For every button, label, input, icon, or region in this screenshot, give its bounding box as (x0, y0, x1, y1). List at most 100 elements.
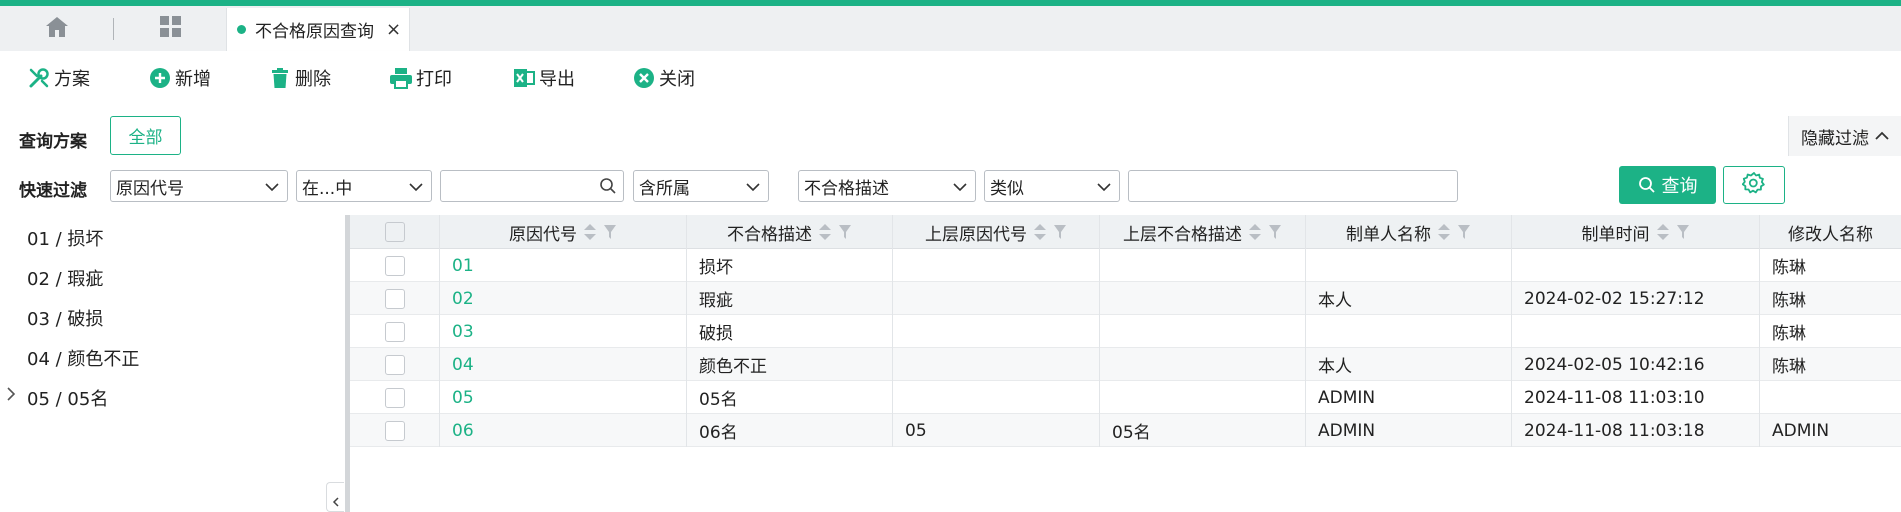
col-header[interactable]: 制单人名称 (1306, 215, 1512, 249)
sort-icon[interactable] (583, 223, 597, 241)
cell-created-time: 2024-02-02 15:27:12 (1512, 282, 1760, 315)
tree-item[interactable]: 05 / 05名 (27, 385, 108, 411)
value1-input[interactable] (440, 170, 624, 202)
toolbar: 方案 新增 删除 打印 导出 关闭 (0, 51, 1901, 103)
query-button[interactable]: 查询 (1619, 166, 1716, 204)
chevron-down-icon (746, 179, 760, 199)
scheme-button[interactable]: 方案 (27, 64, 90, 92)
cell-code[interactable]: 05 (440, 381, 687, 414)
print-button[interactable]: 打印 (389, 64, 452, 92)
chevron-down-icon (265, 179, 279, 199)
filter-icon[interactable] (603, 224, 617, 240)
cell-code[interactable]: 06 (440, 414, 687, 447)
table-row[interactable]: 05 05名 ADMIN 2024-11-08 11:03:10 (350, 381, 1901, 414)
chevron-up-icon (1875, 126, 1889, 146)
cell-modifier: ADMIN (1772, 420, 1830, 441)
delete-button[interactable]: 删除 (268, 64, 331, 92)
search-icon[interactable] (599, 177, 617, 200)
row-checkbox[interactable] (384, 288, 405, 309)
grid-apps-icon (159, 15, 183, 44)
tree-item[interactable]: 02 / 瑕疵 (27, 265, 103, 291)
cell-code[interactable]: 03 (440, 315, 687, 348)
cell-parent-desc (1100, 282, 1306, 315)
col-header[interactable]: 不合格描述 (687, 215, 893, 249)
apps-tab[interactable] (134, 12, 208, 46)
cell-code[interactable]: 01 (440, 249, 687, 282)
cell-desc: 06名 (687, 414, 893, 447)
query-label: 查询 (1661, 176, 1698, 197)
collapse-panel-handle[interactable] (326, 482, 344, 512)
tab-nonconformity-reason-query[interactable]: 不合格原因查询 × (226, 8, 410, 51)
tree-item[interactable]: 04 / 颜色不正 (27, 345, 139, 371)
chevron-right-icon[interactable] (6, 386, 16, 406)
chevron-down-icon (1097, 179, 1111, 199)
close-button[interactable]: 关闭 (632, 64, 695, 92)
sort-icon[interactable] (1033, 223, 1047, 241)
table-row[interactable]: 04 颜色不正 本人 2024-02-05 10:42:16 陈琳 (350, 348, 1901, 381)
row-checkbox[interactable] (384, 255, 405, 276)
field1-value: 原因代号 (116, 178, 184, 199)
filter-icon[interactable] (1053, 224, 1067, 240)
tree-item[interactable]: 01 / 损坏 (27, 225, 103, 251)
export-label: 导出 (539, 69, 575, 90)
cell-parent-code (893, 381, 1100, 414)
export-button[interactable]: 导出 (512, 64, 575, 92)
quick-filter-label: 快速过滤 (19, 181, 87, 201)
cell-creator (1306, 249, 1512, 282)
tab-separator (113, 18, 114, 40)
chevron-down-icon (953, 179, 967, 199)
col-header[interactable]: 原因代号 (440, 215, 687, 249)
cell-creator (1306, 315, 1512, 348)
add-button[interactable]: 新增 (148, 64, 211, 92)
scope-select[interactable]: 含所属 (633, 170, 769, 202)
select-all-checkbox[interactable] (384, 222, 405, 242)
col-header[interactable]: 上层不合格描述 (1100, 215, 1306, 249)
table-row[interactable]: 01 损坏 陈琳 (350, 249, 1901, 282)
tab-title: 不合格原因查询 (255, 22, 374, 42)
sort-icon[interactable] (1656, 223, 1670, 241)
cell-parent-desc (1100, 315, 1306, 348)
hide-filter-button[interactable]: 隐藏过滤 (1788, 116, 1901, 156)
filter-icon[interactable] (1676, 224, 1690, 240)
table-row[interactable]: 02 瑕疵 本人 2024-02-02 15:27:12 陈琳 (350, 282, 1901, 315)
op1-select[interactable]: 在...中 (296, 170, 432, 202)
gear-icon (1741, 171, 1766, 200)
cell-code[interactable]: 04 (440, 348, 687, 381)
op2-select[interactable]: 类似 (984, 170, 1120, 202)
field2-value: 不合格描述 (804, 178, 889, 199)
filter-icon[interactable] (1457, 224, 1471, 240)
hide-filter-label: 隐藏过滤 (1801, 128, 1869, 149)
row-checkbox[interactable] (384, 387, 405, 408)
scope-value: 含所属 (639, 178, 690, 199)
filter-icon[interactable] (838, 224, 852, 240)
row-checkbox[interactable] (384, 420, 405, 441)
table-row[interactable]: 03 破损 陈琳 (350, 315, 1901, 348)
value2-input[interactable] (1128, 170, 1458, 202)
home-tab[interactable] (24, 12, 90, 46)
field2-select[interactable]: 不合格描述 (798, 170, 976, 202)
cell-desc: 损坏 (687, 249, 893, 282)
row-checkbox[interactable] (384, 321, 405, 342)
cell-desc: 破损 (687, 315, 893, 348)
sort-icon[interactable] (818, 223, 832, 241)
row-checkbox[interactable] (384, 354, 405, 375)
col-header[interactable]: 上层原因代号 (893, 215, 1100, 249)
active-dot-icon (237, 25, 246, 34)
cell-parent-code (893, 282, 1100, 315)
category-tree: 01 / 损坏 02 / 瑕疵 03 / 破损 04 / 颜色不正 05 / 0… (0, 215, 345, 512)
col-header[interactable]: 修改人名称 (1760, 215, 1901, 249)
table-row[interactable]: 06 06名 05 05名 ADMIN 2024-11-08 11:03:18 … (350, 414, 1901, 447)
cell-code[interactable]: 02 (440, 282, 687, 315)
scheme-all-button[interactable]: 全部 (110, 116, 181, 155)
settings-button[interactable] (1723, 166, 1785, 204)
cell-created-time: 2024-02-05 10:42:16 (1512, 348, 1760, 381)
field1-select[interactable]: 原因代号 (110, 170, 288, 202)
close-icon[interactable]: × (386, 19, 401, 40)
sort-icon[interactable] (1437, 223, 1451, 241)
sort-icon[interactable] (1248, 223, 1262, 241)
tree-item[interactable]: 03 / 破损 (27, 305, 103, 331)
col-header[interactable]: 制单时间 (1512, 215, 1760, 249)
select-all-cell (350, 215, 440, 249)
cell-parent-desc (1100, 348, 1306, 381)
filter-icon[interactable] (1268, 224, 1282, 240)
